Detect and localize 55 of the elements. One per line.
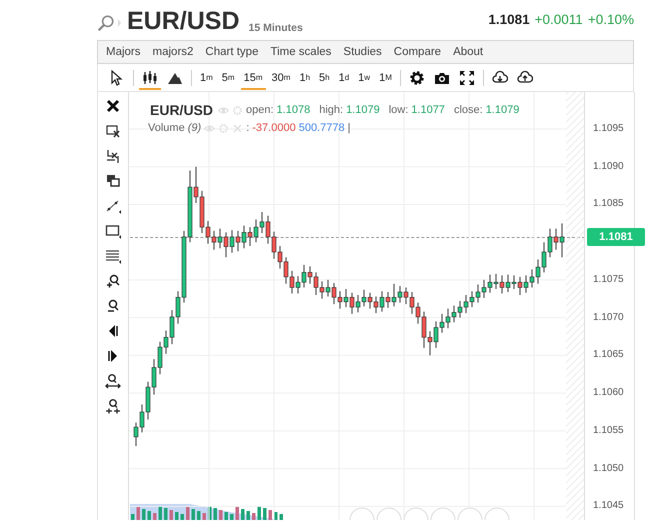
- cloud-download-icon: [492, 70, 508, 86]
- volume-value: 500.7778: [298, 122, 345, 134]
- cursor-icon: [109, 70, 125, 86]
- menu-item[interactable]: About: [447, 46, 490, 58]
- text-cursor: |: [348, 122, 350, 134]
- interval-label: 15 Minutes: [248, 22, 303, 34]
- close-icon[interactable]: [105, 98, 121, 114]
- field-value: 1.1078: [276, 104, 310, 116]
- axis-label: 1.1090: [593, 160, 624, 174]
- legend-symbol: EUR/USD: [150, 102, 214, 118]
- zoom-out-icon[interactable]: [105, 298, 121, 314]
- axis-label: 1.1070: [593, 310, 624, 325]
- field-label: open:: [246, 104, 274, 116]
- axis-label: 1.1065: [593, 348, 624, 362]
- separator: :: [246, 122, 250, 134]
- axis-label: 1.1050: [593, 462, 624, 476]
- menu-item[interactable]: Chart type: [199, 46, 264, 58]
- cloud-upload-icon: [516, 70, 533, 86]
- menu-item[interactable]: Compare: [388, 46, 448, 58]
- zoom-arrows-icon[interactable]: [105, 373, 121, 389]
- expand-icon: [458, 70, 475, 86]
- axis-label: 1.1045: [593, 499, 624, 514]
- candlestick-icon: [142, 70, 158, 86]
- price-change: +0.0011: [534, 12, 583, 27]
- overlapping-squares-icon[interactable]: [105, 173, 121, 189]
- field-value: 1.1077: [411, 104, 445, 116]
- crosshair-icon[interactable]: [105, 148, 121, 164]
- menu-item[interactable]: Time scales: [264, 46, 338, 58]
- field-label: high:: [319, 104, 344, 116]
- volume-label: Volume (9): [148, 122, 202, 134]
- line-tool-icon[interactable]: [105, 198, 121, 214]
- search-icon[interactable]: [97, 14, 115, 32]
- gear-icon: [408, 70, 425, 86]
- menu-item[interactable]: majors2: [146, 46, 200, 58]
- percent-change: +0.10%: [588, 12, 634, 27]
- menu-item[interactable]: Majors: [100, 46, 147, 58]
- axis-label: 1.1055: [593, 424, 624, 438]
- axis-label: 1.1060: [593, 386, 624, 400]
- last-price: 1.1081: [488, 12, 530, 27]
- field-value: 1.1079: [346, 104, 380, 116]
- volume-value: -37.0000: [252, 122, 296, 134]
- rectangle-icon[interactable]: [105, 223, 121, 239]
- field-label: low:: [388, 104, 408, 116]
- axis-label: 1.1085: [593, 197, 624, 212]
- horizontal-lines-icon[interactable]: [105, 248, 121, 264]
- axis-label: 1.1095: [593, 122, 624, 136]
- field-label: close:: [454, 104, 483, 116]
- current-price-badge: 1.1081: [587, 228, 645, 246]
- field-value: 1.1079: [486, 104, 520, 116]
- zoom-in-icon[interactable]: [105, 273, 121, 289]
- menu-item[interactable]: Studies: [337, 46, 388, 58]
- select-icon[interactable]: [105, 123, 121, 139]
- axis-label: 1.1075: [593, 272, 624, 287]
- symbol-title: EUR/USD: [127, 6, 240, 36]
- zoom-fit-icon[interactable]: [105, 398, 121, 414]
